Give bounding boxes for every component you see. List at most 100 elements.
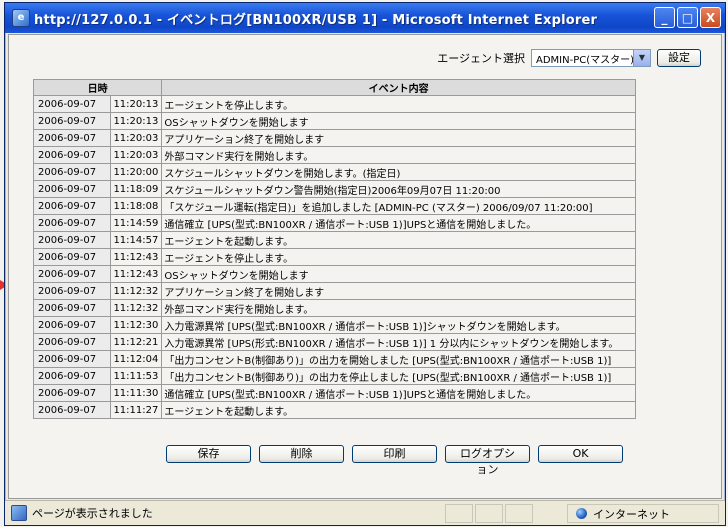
globe-icon — [576, 508, 587, 519]
window-controls: _ □ X — [654, 7, 721, 28]
action-buttons: 保存 削除 印刷 ログオプション OK — [166, 445, 623, 476]
status-panels — [445, 504, 533, 523]
row-date: 2006-09-07 — [32, 333, 112, 351]
table-row: 2006-09-07 11:11:53 「出力コンセントB(制御あり)」の出力を停止… — [32, 367, 636, 385]
ie-icon: e — [12, 9, 30, 27]
table-row: 2006-09-07 11:12:30 入力電源異常 [UPS(型式:BN100XR… — [32, 316, 636, 334]
row-date: 2006-09-07 — [32, 384, 112, 402]
ok-button[interactable]: OK — [538, 445, 623, 463]
row-event: エージェントを停止します。 — [161, 248, 636, 266]
row-event: 「スケジュール運転(指定日)」を追加しました [ADMIN-PC (マスター) … — [161, 197, 636, 215]
row-date: 2006-09-07 — [32, 367, 112, 385]
table-row: 2006-09-07 11:12:43 エージェントを停止します。 — [32, 248, 636, 266]
row-date: 2006-09-07 — [32, 316, 112, 334]
table-row: 2006-09-07 11:14:59 通信確立 [UPS(型式:BN100XR /… — [32, 214, 636, 232]
row-time: 11:20:13 — [110, 112, 163, 130]
table-row: 2006-09-07 11:20:03 アプリケーション終了を開始します — [32, 129, 636, 147]
status-panel — [475, 504, 503, 523]
row-event: エージェントを起動します。 — [161, 401, 636, 419]
table-row: 2006-09-07 11:11:27 エージェントを起動します。 — [32, 401, 636, 419]
table-row: 2006-09-07 11:14:57 エージェントを起動します。 — [32, 231, 636, 249]
agent-select[interactable]: ADMIN-PC(マスター) ▼ — [531, 49, 651, 67]
close-button[interactable]: X — [700, 7, 721, 28]
window-title: http://127.0.0.1 - イベントログ[BN100XR/USB 1]… — [34, 12, 598, 28]
table-row: 2006-09-07 11:20:00 スケジュールシャットダウンを開始します。(指… — [32, 163, 636, 181]
row-date: 2006-09-07 — [32, 401, 112, 419]
row-event: エージェントを起動します。 — [161, 231, 636, 249]
row-event: OSシャットダウンを開始します — [161, 112, 636, 130]
row-event: 通信確立 [UPS(型式:BN100XR / 通信ポート:USB 1)]UPSと… — [161, 384, 636, 402]
row-time: 11:11:27 — [110, 401, 163, 419]
row-time: 11:14:57 — [110, 231, 163, 249]
status-message: ページが表示されました — [32, 507, 153, 520]
row-date: 2006-09-07 — [32, 112, 112, 130]
row-date: 2006-09-07 — [32, 231, 112, 249]
row-event: アプリケーション終了を開始します — [161, 129, 636, 147]
save-button[interactable]: 保存 — [166, 445, 251, 463]
row-time: 11:12:32 — [110, 282, 163, 300]
title-bar[interactable]: e http://127.0.0.1 - イベントログ[BN100XR/USB … — [5, 3, 725, 33]
row-event: スケジュールシャットダウンを開始します。(指定日) — [161, 163, 636, 181]
maximize-button[interactable]: □ — [677, 7, 698, 28]
minimize-button[interactable]: _ — [654, 7, 675, 28]
row-time: 11:11:30 — [110, 384, 163, 402]
row-event: 通信確立 [UPS(型式:BN100XR / 通信ポート:USB 1)]UPSと… — [161, 214, 636, 232]
table-row: 2006-09-07 11:20:13 エージェントを停止します。 — [32, 95, 636, 113]
page-done-icon — [11, 505, 27, 521]
zone-label: インターネット — [593, 507, 670, 521]
security-zone[interactable]: インターネット — [567, 504, 719, 523]
row-date: 2006-09-07 — [32, 282, 112, 300]
row-time: 11:12:32 — [110, 299, 163, 317]
header-datetime: 日時 — [32, 79, 163, 96]
log-options-button[interactable]: ログオプション — [445, 445, 530, 476]
table-row: 2006-09-07 11:11:30 通信確立 [UPS(型式:BN100XR /… — [32, 384, 636, 402]
header-event: イベント内容 — [161, 79, 636, 96]
row-event: OSシャットダウンを開始します — [161, 265, 636, 283]
row-date: 2006-09-07 — [32, 350, 112, 368]
status-panel — [445, 504, 473, 523]
row-event: 「出力コンセントB(制御あり)」の出力を開始しました [UPS(型式:BN100… — [161, 350, 636, 368]
row-event: 入力電源異常 [UPS(型式:BN100XR / 通信ポート:USB 1)]シャ… — [161, 316, 636, 334]
row-time: 11:12:04 — [110, 350, 163, 368]
agent-select-label: エージェント選択 — [437, 52, 525, 65]
status-bar: ページが表示されました インターネット — [5, 500, 725, 525]
row-time: 11:12:43 — [110, 265, 163, 283]
table-row: 2006-09-07 11:12:04 「出力コンセントB(制御あり)」の出力を開始… — [32, 350, 636, 368]
table-body: 2006-09-07 11:20:13 エージェントを停止します。 2006-09-0… — [32, 95, 636, 419]
event-log-table: 日時 イベント内容 2006-09-07 11:20:13 エージェントを停止します… — [32, 79, 636, 419]
row-time: 11:18:08 — [110, 197, 163, 215]
row-date: 2006-09-07 — [32, 197, 112, 215]
ie-window: e http://127.0.0.1 - イベントログ[BN100XR/USB … — [4, 2, 726, 526]
row-event: 入力電源異常 [UPS(形式:BN100XR / 通信ポート:USB 1)] 1… — [161, 333, 636, 351]
row-date: 2006-09-07 — [32, 248, 112, 266]
table-row: 2006-09-07 11:20:13 OSシャットダウンを開始します — [32, 112, 636, 130]
table-header-row: 日時 イベント内容 — [32, 79, 636, 96]
row-event: 「出力コンセントB(制御あり)」の出力を停止しました [UPS(型式:BN100… — [161, 367, 636, 385]
row-date: 2006-09-07 — [32, 163, 112, 181]
print-button[interactable]: 印刷 — [352, 445, 437, 463]
delete-button[interactable]: 削除 — [259, 445, 344, 463]
row-time: 11:20:13 — [110, 95, 163, 113]
row-event: アプリケーション終了を開始します — [161, 282, 636, 300]
row-event: 外部コマンド実行を開始します。 — [161, 146, 636, 164]
row-date: 2006-09-07 — [32, 180, 112, 198]
row-time: 11:12:30 — [110, 316, 163, 334]
table-row: 2006-09-07 11:12:21 入力電源異常 [UPS(形式:BN100XR… — [32, 333, 636, 351]
row-date: 2006-09-07 — [32, 129, 112, 147]
row-date: 2006-09-07 — [32, 95, 112, 113]
row-time: 11:12:21 — [110, 333, 163, 351]
row-date: 2006-09-07 — [32, 265, 112, 283]
row-date: 2006-09-07 — [32, 146, 112, 164]
table-row: 2006-09-07 11:12:43 OSシャットダウンを開始します — [32, 265, 636, 283]
chevron-down-icon[interactable]: ▼ — [633, 50, 650, 66]
row-time: 11:20:03 — [110, 146, 163, 164]
agent-select-value: ADMIN-PC(マスター) — [536, 54, 633, 66]
row-date: 2006-09-07 — [32, 214, 112, 232]
settings-button[interactable]: 設定 — [657, 49, 701, 67]
row-time: 11:20:03 — [110, 129, 163, 147]
table-row: 2006-09-07 11:12:32 アプリケーション終了を開始します — [32, 282, 636, 300]
table-row: 2006-09-07 11:18:08 「スケジュール運転(指定日)」を追加しました… — [32, 197, 636, 215]
row-event: エージェントを停止します。 — [161, 95, 636, 113]
row-time: 11:11:53 — [110, 367, 163, 385]
row-time: 11:14:59 — [110, 214, 163, 232]
